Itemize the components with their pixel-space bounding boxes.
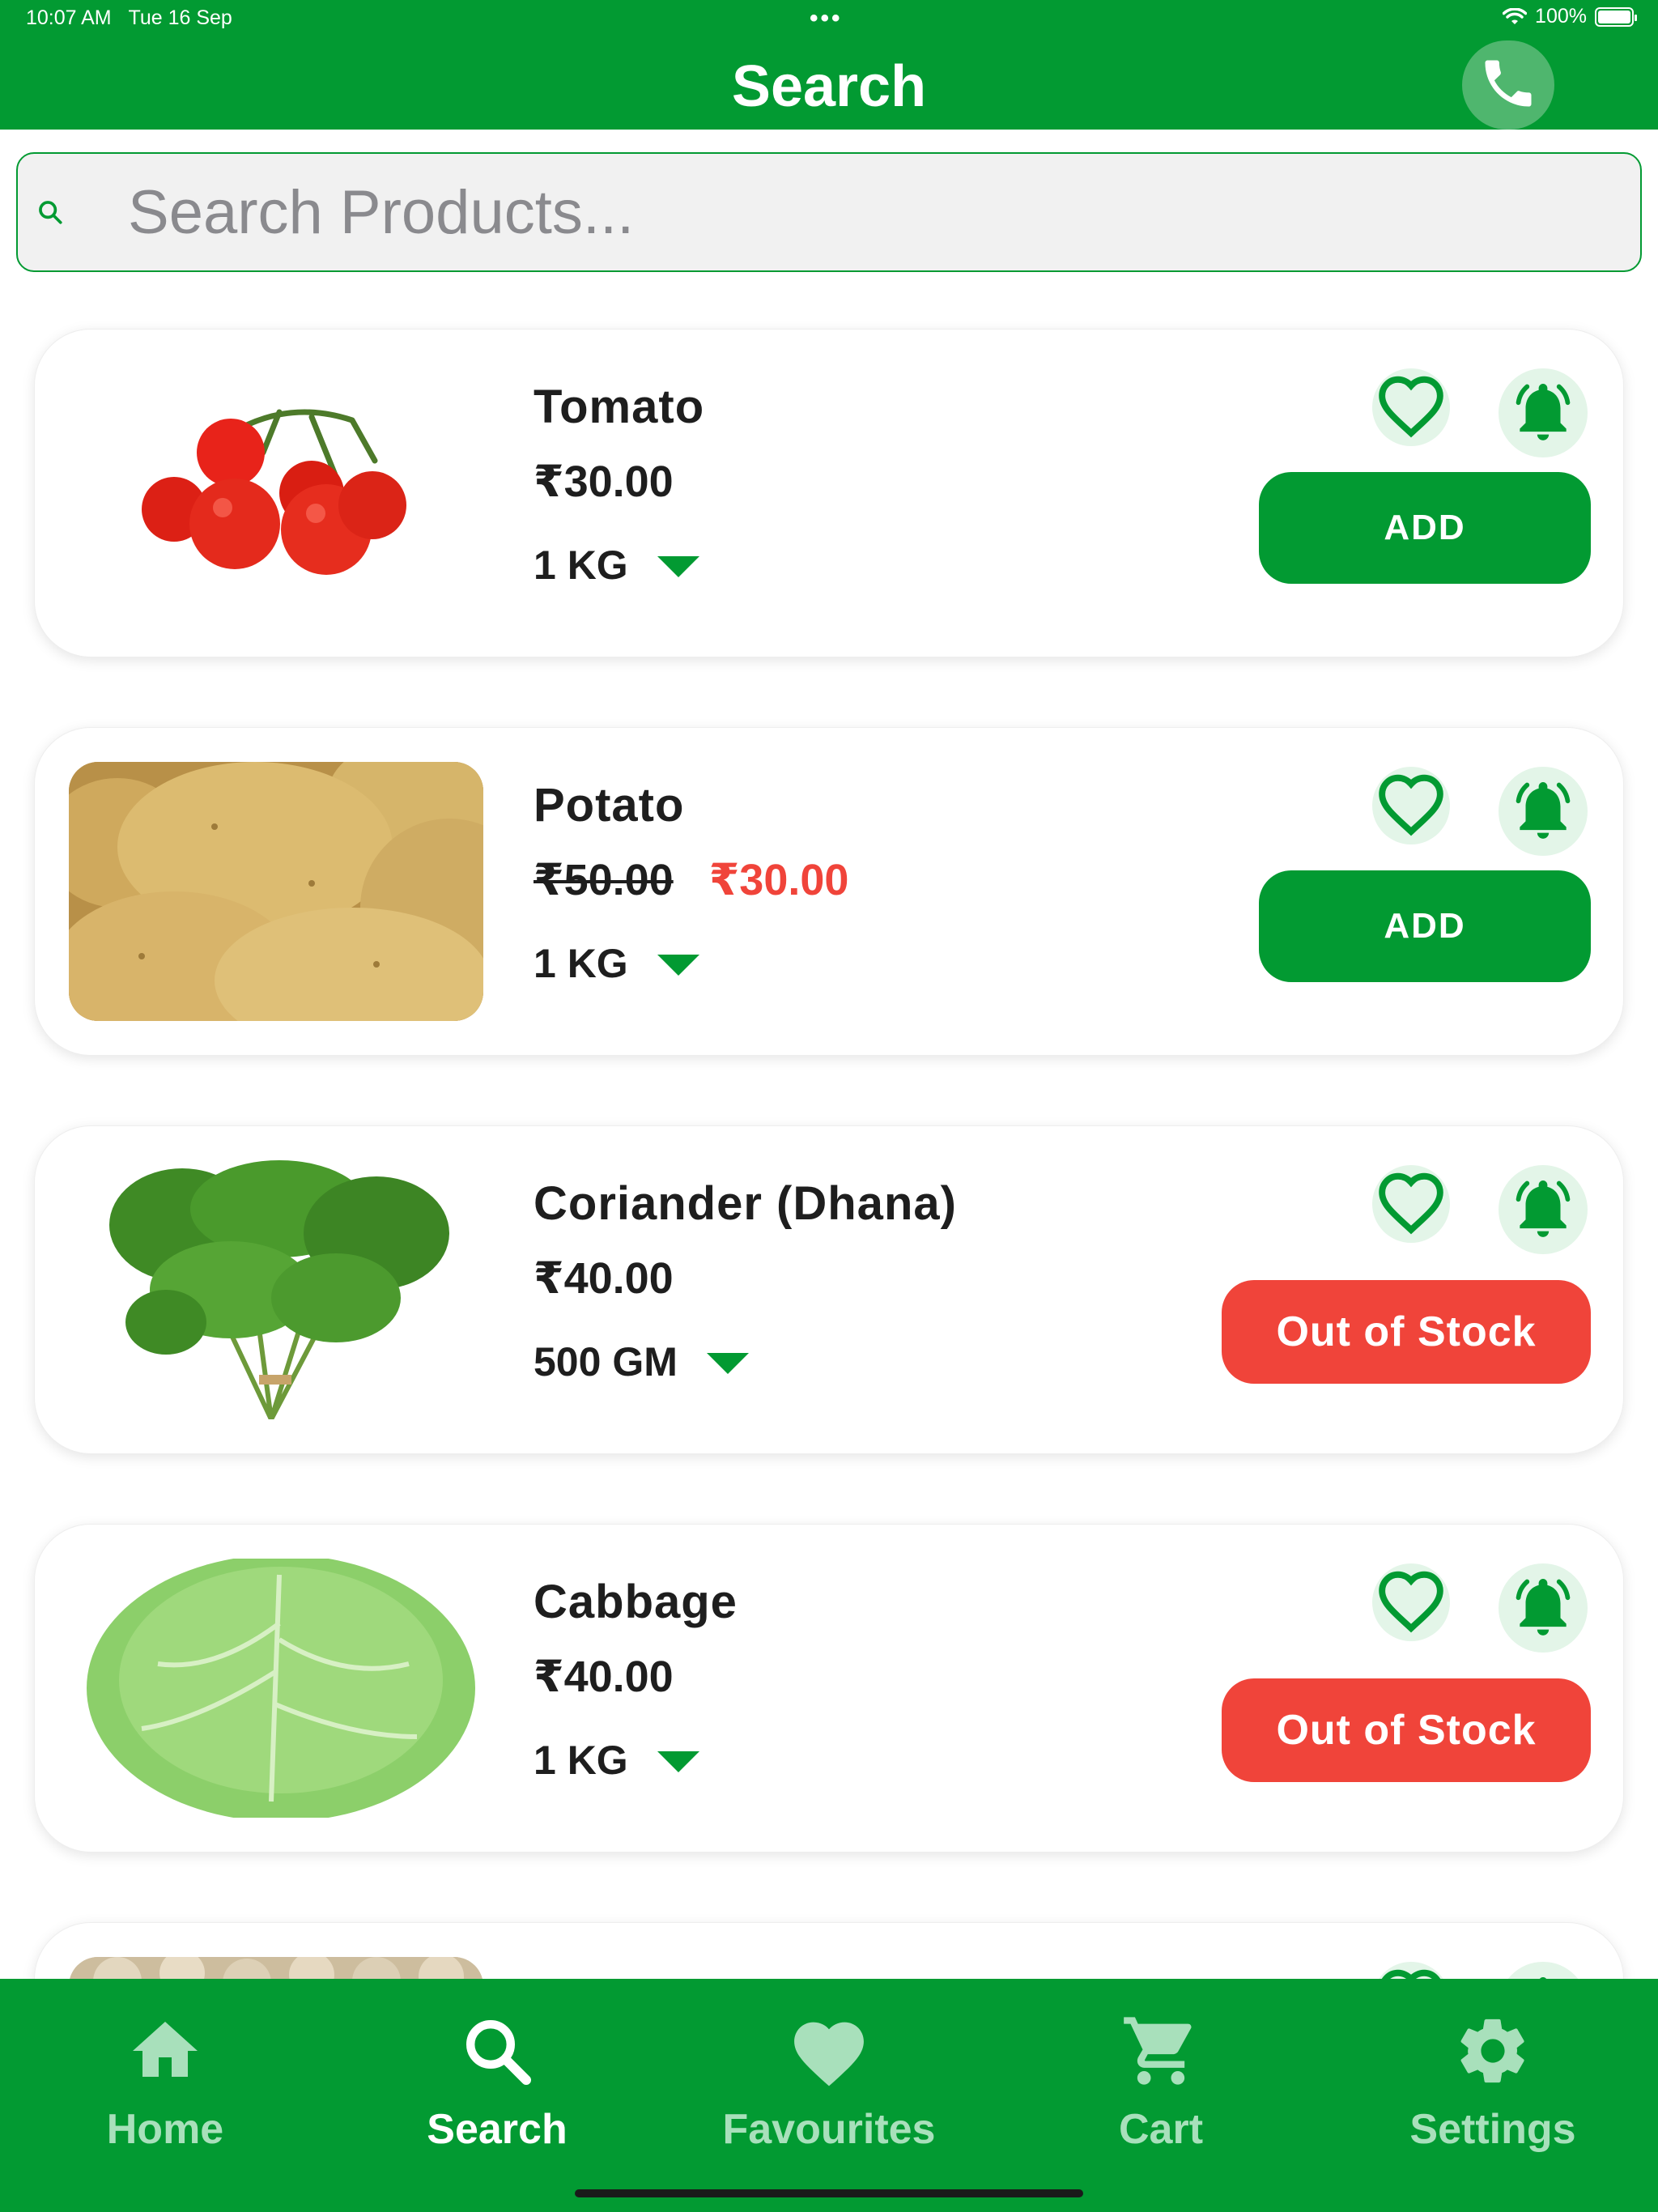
- product-card[interactable]: Tomato ₹30.00 1 KG ADD: [34, 329, 1624, 657]
- product-image-cabbage[interactable]: [69, 1559, 483, 1818]
- multitask-dots[interactable]: •••: [810, 6, 843, 31]
- chevron-down-icon: [706, 1353, 749, 1374]
- out-of-stock-button[interactable]: Out of Stock: [1222, 1280, 1591, 1384]
- home-icon: [125, 2008, 206, 2094]
- add-to-cart-button[interactable]: ADD: [1259, 472, 1591, 584]
- product-list[interactable]: Tomato ₹30.00 1 KG ADD Potato ₹50.00 ₹30…: [0, 272, 1658, 1979]
- favourite-button[interactable]: [1372, 368, 1450, 446]
- product-price: ₹30.00: [534, 457, 674, 506]
- status-bar-time: 10:07 AM Tue 16 Sep: [26, 6, 232, 30]
- original-price: ₹50.00: [534, 856, 674, 904]
- tab-label: Favourites: [722, 2106, 936, 2153]
- product-card[interactable]: Cabbage ₹40.00 1 KG Out of Stock: [34, 1524, 1624, 1853]
- unit-dropdown[interactable]: 1 KG: [534, 940, 699, 987]
- heart-outline-icon: [1376, 1967, 1446, 1979]
- unit-value: 1 KG: [534, 542, 628, 588]
- chevron-down-icon: [657, 556, 699, 577]
- chevron-down-icon: [657, 955, 699, 976]
- product-image-potato[interactable]: [69, 762, 483, 1021]
- cart-icon: [1120, 2008, 1201, 2094]
- top-bar: 10:07 AM Tue 16 Sep ••• 100% Search: [0, 0, 1658, 130]
- chevron-down-icon: [657, 1751, 699, 1772]
- price-row: ₹50.00 ₹30.00: [534, 854, 848, 905]
- product-name: Cabbage: [534, 1576, 738, 1628]
- tab-label: Cart: [1118, 2106, 1204, 2153]
- page-title: Search: [731, 54, 927, 119]
- tab-label: Settings: [1409, 2106, 1576, 2153]
- phone-icon: [1477, 53, 1539, 118]
- heart-icon: [789, 2008, 869, 2094]
- tab-favourites[interactable]: Favourites: [708, 2008, 950, 2154]
- notify-button[interactable]: [1499, 767, 1588, 856]
- product-image-partial[interactable]: [69, 1957, 483, 1979]
- tab-label: Search: [427, 2106, 568, 2153]
- notify-button[interactable]: [1499, 1563, 1588, 1653]
- status-time: 10:07 AM: [26, 6, 112, 29]
- wifi-icon: [1503, 7, 1528, 26]
- bell-icon: [1508, 1970, 1578, 1979]
- heart-outline-icon: [1376, 772, 1446, 840]
- search-bar[interactable]: [16, 152, 1642, 272]
- product-card-partial[interactable]: [34, 1922, 1624, 1979]
- call-button[interactable]: [1462, 40, 1554, 130]
- battery-icon: [1595, 6, 1637, 27]
- unit-dropdown[interactable]: 1 KG: [534, 1737, 699, 1784]
- tab-settings[interactable]: Settings: [1371, 2008, 1614, 2154]
- search-input[interactable]: [128, 177, 1504, 248]
- price-row: ₹40.00: [534, 1651, 674, 1702]
- product-name: Coriander (Dhana): [534, 1177, 957, 1230]
- search-icon: [458, 2008, 536, 2094]
- heart-outline-icon: [1376, 1568, 1446, 1637]
- out-of-stock-button[interactable]: Out of Stock: [1222, 1678, 1591, 1782]
- gear-icon: [1452, 2008, 1533, 2094]
- notify-button[interactable]: [1499, 1962, 1588, 1979]
- favourite-button[interactable]: [1372, 1962, 1450, 1979]
- search-icon: [34, 198, 66, 226]
- tab-label: Home: [106, 2106, 224, 2153]
- status-date: Tue 16 Sep: [128, 6, 232, 29]
- bell-icon: [1508, 775, 1578, 849]
- product-image-coriander[interactable]: [69, 1160, 483, 1419]
- unit-dropdown[interactable]: 1 KG: [534, 542, 699, 589]
- product-card[interactable]: Potato ₹50.00 ₹30.00 1 KG ADD: [34, 727, 1624, 1056]
- notify-button[interactable]: [1499, 1165, 1588, 1254]
- product-price: ₹40.00: [534, 1254, 674, 1303]
- home-indicator[interactable]: [575, 2189, 1083, 2197]
- favourite-button[interactable]: [1372, 1165, 1450, 1243]
- product-card[interactable]: Coriander (Dhana) ₹40.00 500 GM Out of S…: [34, 1125, 1624, 1454]
- favourite-button[interactable]: [1372, 767, 1450, 844]
- favourite-button[interactable]: [1372, 1563, 1450, 1641]
- price-row: ₹40.00: [534, 1253, 674, 1304]
- sale-price: ₹30.00: [708, 856, 849, 904]
- heart-outline-icon: [1376, 1170, 1446, 1239]
- unit-value: 500 GM: [534, 1339, 678, 1385]
- bell-icon: [1508, 1173, 1578, 1247]
- add-to-cart-button[interactable]: ADD: [1259, 870, 1591, 982]
- bell-icon: [1508, 1572, 1578, 1645]
- heart-outline-icon: [1376, 373, 1446, 442]
- notify-button[interactable]: [1499, 368, 1588, 457]
- tab-search[interactable]: Search: [376, 2008, 619, 2154]
- tab-cart[interactable]: Cart: [1039, 2008, 1282, 2154]
- unit-dropdown[interactable]: 500 GM: [534, 1338, 749, 1385]
- price-row: ₹30.00: [534, 456, 674, 507]
- product-image-tomato[interactable]: [69, 364, 483, 623]
- product-price: ₹40.00: [534, 1653, 674, 1701]
- unit-value: 1 KG: [534, 1738, 628, 1783]
- unit-value: 1 KG: [534, 941, 628, 986]
- battery-percent: 100%: [1535, 5, 1587, 28]
- product-name: Potato: [534, 779, 685, 832]
- product-name: Tomato: [534, 381, 705, 433]
- bottom-tab-bar: Home Search Favourites Cart Settings: [0, 1979, 1658, 2212]
- tab-home[interactable]: Home: [44, 2008, 287, 2154]
- bell-icon: [1508, 376, 1578, 450]
- status-indicators: 100%: [1503, 5, 1637, 28]
